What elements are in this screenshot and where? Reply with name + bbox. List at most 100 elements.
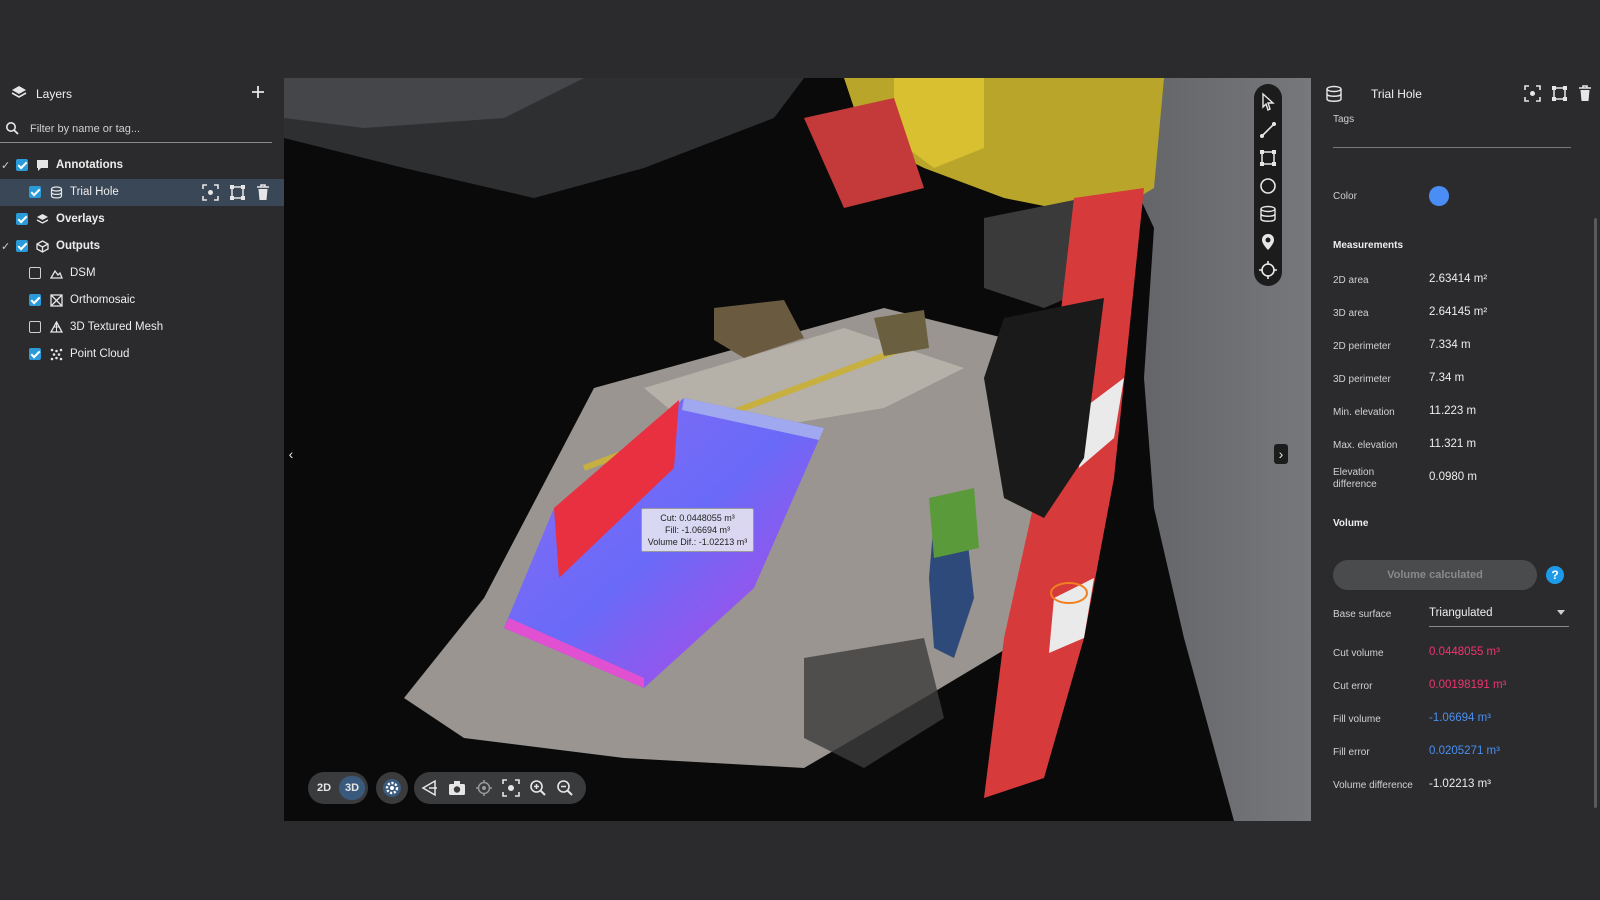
crosshair-tool-icon[interactable] [1258, 260, 1278, 280]
volume-label: Cut error [1333, 681, 1373, 692]
measure-value: 11.223 m [1429, 405, 1477, 417]
locate-icon[interactable] [474, 778, 494, 798]
volume-calculated-button[interactable]: Volume calculated [1333, 560, 1537, 590]
tags-label: Tags [1333, 114, 1355, 125]
layer-label: Trial Hole [70, 186, 119, 198]
checkbox-outputs[interactable] [16, 240, 28, 252]
color-swatch[interactable] [1429, 186, 1449, 206]
layers-panel: Layers ✓ Annotations Trial Hole [0, 78, 284, 398]
color-label: Color [1333, 191, 1357, 202]
3d-viewport[interactable]: Cut: 0.0448055 m³ Fill: -1.06694 m³ Volu… [284, 78, 1311, 821]
details-scrollbar[interactable] [1594, 218, 1597, 808]
checkbox-trial-hole[interactable] [29, 186, 41, 198]
mosaic-icon [50, 294, 63, 307]
edit-shape-icon[interactable] [229, 184, 246, 201]
filter-input[interactable] [28, 118, 262, 140]
pin-tool-icon[interactable] [1258, 232, 1278, 252]
help-icon[interactable]: ? [1546, 566, 1564, 584]
volume-label: Cut volume [1333, 648, 1384, 659]
layer-row-dsm[interactable]: DSM [0, 260, 284, 287]
view-2d-button[interactable]: 2D [311, 776, 337, 800]
view-tools-bar [414, 772, 586, 804]
settings-bar [376, 772, 408, 804]
volume-icon [1325, 85, 1343, 103]
expand-caret-icon[interactable]: ✓ [1, 159, 10, 172]
focus-icon[interactable] [1524, 85, 1541, 102]
checkbox-annotations[interactable] [16, 159, 28, 171]
line-tool-icon[interactable] [1258, 120, 1278, 140]
layer-label: 3D Textured Mesh [70, 321, 164, 333]
volume-value: 0.0448055 m³ [1429, 646, 1500, 658]
layer-row-trial-hole[interactable]: Trial Hole [0, 179, 284, 206]
layer-row-point-cloud[interactable]: Point Cloud [0, 341, 284, 368]
measure-label: 3D perimeter [1333, 374, 1391, 385]
tooltip-fill: Fill: -1.06694 m³ [664, 525, 731, 535]
collapse-left-icon[interactable]: ‹ [284, 444, 298, 464]
layer-row-annotations[interactable]: ✓ Annotations [0, 152, 284, 179]
comment-icon [36, 159, 49, 172]
layer-label: DSM [70, 267, 96, 279]
circle-tool-icon[interactable] [1258, 176, 1278, 196]
measure-value: 7.34 m [1429, 372, 1465, 384]
layers-header: Layers [0, 78, 284, 112]
checkbox-overlays[interactable] [16, 213, 28, 225]
volume-value: 0.00198191 m³ [1429, 679, 1507, 691]
zoom-out-icon[interactable] [555, 778, 575, 798]
checkbox-3d-mesh[interactable] [29, 321, 41, 333]
details-panel: Trial Hole Tags Color Measurements 2D ar… [1311, 78, 1600, 838]
layer-label: Annotations [56, 159, 124, 171]
layer-row-3d-mesh[interactable]: 3D Textured Mesh [0, 314, 284, 341]
delete-icon[interactable] [256, 184, 270, 201]
measure-label: 3D area [1333, 308, 1369, 319]
tags-input[interactable] [1333, 147, 1571, 148]
chevron-down-icon [1557, 610, 1565, 615]
mesh-icon [50, 321, 63, 334]
volume-heading: Volume [1333, 518, 1369, 529]
filter-field[interactable] [0, 116, 272, 143]
volume-value: 0.0205271 m³ [1429, 745, 1500, 757]
search-icon [5, 121, 19, 135]
volume-tool-icon[interactable] [1258, 204, 1278, 224]
volume-label: Fill error [1333, 747, 1370, 758]
volume-tooltip: Cut: 0.0448055 m³ Fill: -1.06694 m³ Volu… [641, 508, 754, 552]
measure-value: 7.334 m [1429, 339, 1471, 351]
tooltip-diff: Volume Dif.: -1.02213 m³ [647, 537, 748, 547]
camera-icon[interactable] [447, 778, 467, 798]
volume-value: -1.02213 m³ [1429, 778, 1492, 790]
layer-row-orthomosaic[interactable]: Orthomosaic [0, 287, 284, 314]
base-surface-value: Triangulated [1429, 607, 1493, 619]
measure-label: Elevation [1333, 467, 1375, 478]
point-cloud-scene[interactable] [284, 78, 1311, 821]
volume-icon [50, 186, 63, 199]
volume-label: Fill volume [1333, 714, 1381, 725]
polygon-tool-icon[interactable] [1258, 148, 1278, 168]
expand-caret-icon[interactable]: ✓ [1, 240, 10, 253]
delete-icon[interactable] [1578, 85, 1592, 102]
point-cloud-icon [50, 348, 63, 361]
zoom-in-icon[interactable] [528, 778, 548, 798]
terrain-icon [50, 267, 63, 280]
reset-view-icon[interactable] [420, 778, 440, 798]
select-pointer-icon[interactable] [1258, 92, 1278, 112]
checkbox-point-cloud[interactable] [29, 348, 41, 360]
add-layer-icon[interactable] [251, 85, 265, 99]
settings-gear-icon[interactable] [382, 778, 402, 798]
measure-label: Min. elevation [1333, 407, 1395, 418]
tooltip-cut: Cut: 0.0448055 m³ [660, 513, 735, 523]
checkbox-orthomosaic[interactable] [29, 294, 41, 306]
view-mode-toggle: 2D 3D [308, 772, 368, 804]
collapse-right-icon[interactable]: › [1274, 444, 1288, 464]
base-surface-select[interactable]: Triangulated [1429, 600, 1569, 627]
details-title: Trial Hole [1371, 87, 1422, 101]
layer-row-overlays[interactable]: Overlays [0, 206, 284, 233]
fit-view-icon[interactable] [501, 778, 521, 798]
layer-row-outputs[interactable]: ✓ Outputs [0, 233, 284, 260]
measurements-heading: Measurements [1333, 240, 1404, 251]
measure-label-line2: difference [1333, 479, 1377, 490]
measure-label: 2D area [1333, 275, 1369, 286]
checkbox-dsm[interactable] [29, 267, 41, 279]
focus-icon[interactable] [202, 184, 219, 201]
edit-shape-icon[interactable] [1551, 85, 1568, 102]
volume-value: -1.06694 m³ [1429, 712, 1492, 724]
view-3d-button[interactable]: 3D [339, 776, 365, 800]
